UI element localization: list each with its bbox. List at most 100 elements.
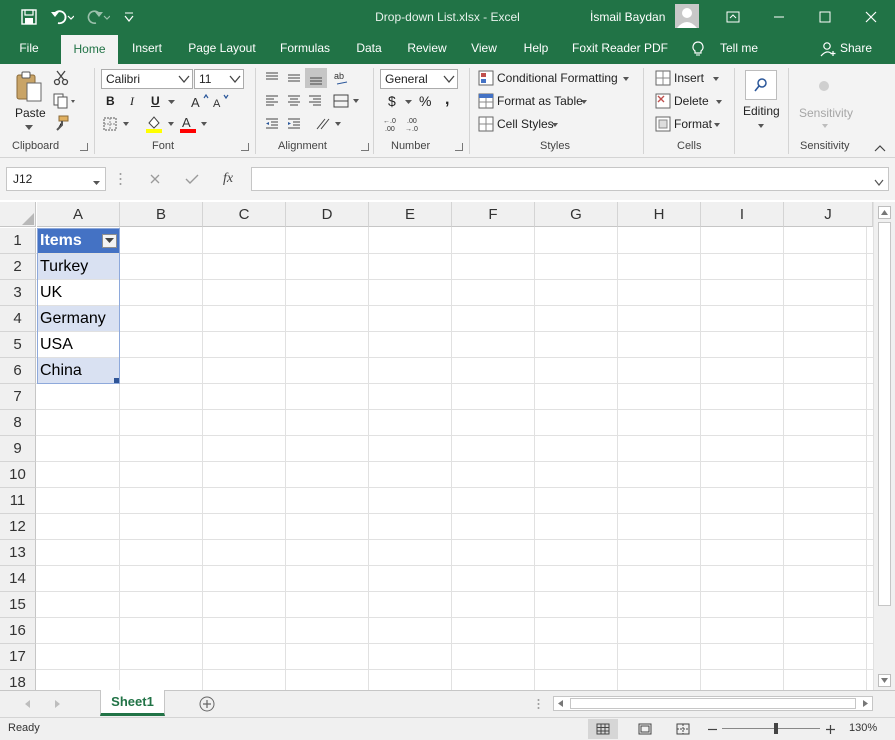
row-header-14[interactable]: 14 [0,566,36,592]
conditional-formatting-button[interactable]: Conditional Formatting [497,71,618,85]
number-format-combo[interactable]: General [380,69,458,89]
align-top-icon[interactable] [262,69,282,87]
vertical-scrollbar[interactable] [873,202,895,690]
close-icon[interactable] [848,0,894,34]
select-all-corner[interactable] [0,202,36,227]
font-launcher-icon[interactable] [241,143,249,151]
maximize-icon[interactable] [802,0,848,34]
page-break-view-icon[interactable] [668,719,698,739]
align-bottom-icon[interactable] [305,68,327,88]
resize-dots-icon[interactable] [117,170,123,188]
new-sheet-icon[interactable] [198,695,216,713]
column-header-c[interactable]: C [203,202,286,227]
currency-button[interactable]: $ [388,93,396,109]
table-row[interactable]: Germany [37,306,119,331]
scroll-down-icon[interactable] [878,674,891,687]
row-header-7[interactable]: 7 [0,384,36,410]
avatar[interactable] [675,4,699,28]
horizontal-scrollbar[interactable] [553,696,873,711]
column-header-e[interactable]: E [369,202,452,227]
paste-label[interactable]: Paste [15,106,46,120]
row-header-6[interactable]: 6 [0,358,36,384]
scroll-left-icon[interactable] [554,697,567,710]
insert-button[interactable]: Insert [674,71,704,85]
bold-button[interactable]: B [106,94,115,108]
row-header-16[interactable]: 16 [0,618,36,644]
column-header-g[interactable]: G [535,202,618,227]
resize-dots-icon[interactable] [534,697,542,711]
tab-data[interactable]: Data [348,34,390,64]
row-header-17[interactable]: 17 [0,644,36,670]
cancel-entry-icon[interactable] [141,167,169,191]
tab-help[interactable]: Help [514,34,558,64]
zoom-slider-thumb[interactable] [774,723,778,734]
filter-dropdown-icon[interactable] [102,234,117,248]
comma-button[interactable]: , [445,91,449,109]
orientation-icon[interactable]: ab [332,69,354,87]
share-button[interactable]: Share [838,34,874,64]
row-header-15[interactable]: 15 [0,592,36,618]
increase-indent-icon[interactable] [284,115,304,133]
table-resize-handle[interactable] [114,378,119,383]
insert-cells-icon[interactable] [654,70,672,86]
row-header-11[interactable]: 11 [0,488,36,514]
decrease-font-icon[interactable]: A [212,92,232,110]
tell-me-search[interactable]: Tell me [712,34,766,64]
fill-color-icon[interactable] [145,114,177,134]
expand-formula-icon[interactable] [874,175,884,189]
decrease-decimal-icon[interactable]: .00 →.0 [404,115,424,133]
chevron-down-icon[interactable] [715,98,723,106]
zoom-in-icon[interactable] [824,721,836,737]
cut-icon[interactable] [52,70,70,86]
scroll-tabs-right-icon[interactable] [52,697,64,711]
tab-formulas[interactable]: Formulas [274,34,336,64]
align-right-icon[interactable] [305,92,325,110]
font-name-combo[interactable]: Calibri [101,69,193,89]
formula-input[interactable] [251,167,889,191]
scroll-up-icon[interactable] [878,206,891,219]
number-launcher-icon[interactable] [455,143,463,151]
table-row[interactable]: Turkey [37,254,119,279]
tab-home[interactable]: Home [61,35,118,65]
table-row[interactable]: China [37,358,119,383]
text-direction-icon[interactable] [314,115,344,133]
row-header-18[interactable]: 18 [0,670,36,690]
format-cells-icon[interactable] [654,116,672,132]
tab-insert[interactable]: Insert [124,34,170,64]
format-as-table-button[interactable]: Format as Table [497,94,583,108]
alignment-launcher-icon[interactable] [361,143,369,151]
collapse-ribbon-icon[interactable] [873,142,887,154]
sheet-tab-sheet1[interactable]: Sheet1 [100,690,165,716]
row-header-12[interactable]: 12 [0,514,36,540]
copy-icon[interactable] [52,93,78,109]
italic-button[interactable]: I [130,94,134,109]
chevron-down-icon[interactable] [622,75,630,83]
tab-foxit-reader-pdf[interactable]: Foxit Reader PDF [568,34,672,64]
scroll-thumb[interactable] [878,222,891,606]
align-center-icon[interactable] [284,92,304,110]
minimize-icon[interactable] [756,0,802,34]
search-icon[interactable] [745,70,777,100]
column-header-h[interactable]: H [618,202,701,227]
decrease-indent-icon[interactable] [262,115,282,133]
wrap-merge-icon[interactable] [332,92,362,110]
cell-styles-button[interactable]: Cell Styles [497,117,554,131]
percent-button[interactable]: % [419,93,431,109]
table-header-cell[interactable]: Items [37,228,119,253]
column-header-j[interactable]: J [784,202,873,227]
name-box[interactable]: J12 [6,167,106,191]
align-left-icon[interactable] [262,92,282,110]
font-color-icon[interactable]: A [179,114,211,134]
row-header-9[interactable]: 9 [0,436,36,462]
align-middle-icon[interactable] [284,69,304,87]
row-header-13[interactable]: 13 [0,540,36,566]
chevron-down-icon[interactable] [712,75,720,83]
cell-styles-icon[interactable] [477,116,495,132]
zoom-level[interactable]: 130% [849,722,877,734]
scroll-right-icon[interactable] [859,697,872,710]
tab-review[interactable]: Review [400,34,454,64]
zoom-slider-track[interactable] [722,728,820,729]
editing-button[interactable]: Editing [743,104,780,118]
row-header-1[interactable]: 1 [0,228,36,254]
column-header-f[interactable]: F [452,202,535,227]
